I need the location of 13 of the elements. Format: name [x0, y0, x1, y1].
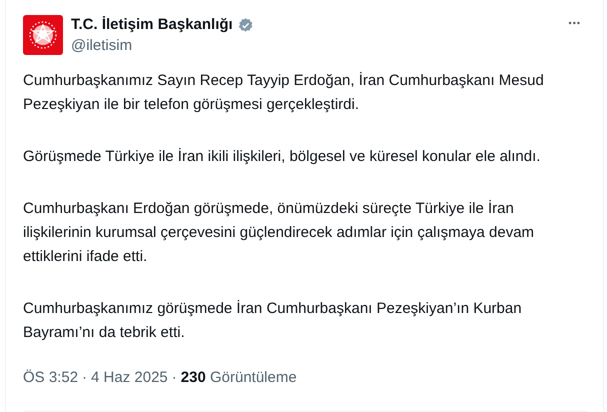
post-paragraph: Cumhurbaşkanı Erdoğan görüşmede, önümüzdeki süreçte Türkiye ile İran ilişkilerinin kurumsal çerçevesini güçlendirecek adımlar için çalışmaya devam ettiklerini ifade etti.: [23, 199, 536, 267]
post-paragraph: Cumhurbaşkanımız Sayın Recep Tayyip Erdoğan, İran Cumhurbaşkanı Mesud Pezeşkiyan ile bir telefon görüşmesi gerçekleştirdi.: [23, 71, 545, 115]
separator-dot: ·: [82, 368, 88, 388]
account-handle[interactable]: @iletisim: [71, 36, 254, 56]
post-paragraph: Görüşmede Türkiye ile İran ikili ilişkileri, bölgesel ve küresel konular ele alındı.: [23, 147, 542, 167]
view-count: 230 Görüntüleme: [180, 368, 297, 388]
post-date[interactable]: 4 Haz 2025: [91, 366, 168, 389]
post-time[interactable]: ÖS 3:52: [23, 366, 78, 389]
more-button[interactable]: •••: [568, 17, 581, 30]
account-name[interactable]: T.C. İletişim Başkanlığı: [71, 15, 233, 35]
post-paragraph: Cumhurbaşkanımız görüşmede İran Cumhurbaşkanı Pezeşkiyan’ın Kurban Bayramı’nı da tebrik etti.: [23, 299, 523, 343]
separator-dot: ·: [172, 368, 177, 388]
logo-icon: [23, 15, 63, 55]
